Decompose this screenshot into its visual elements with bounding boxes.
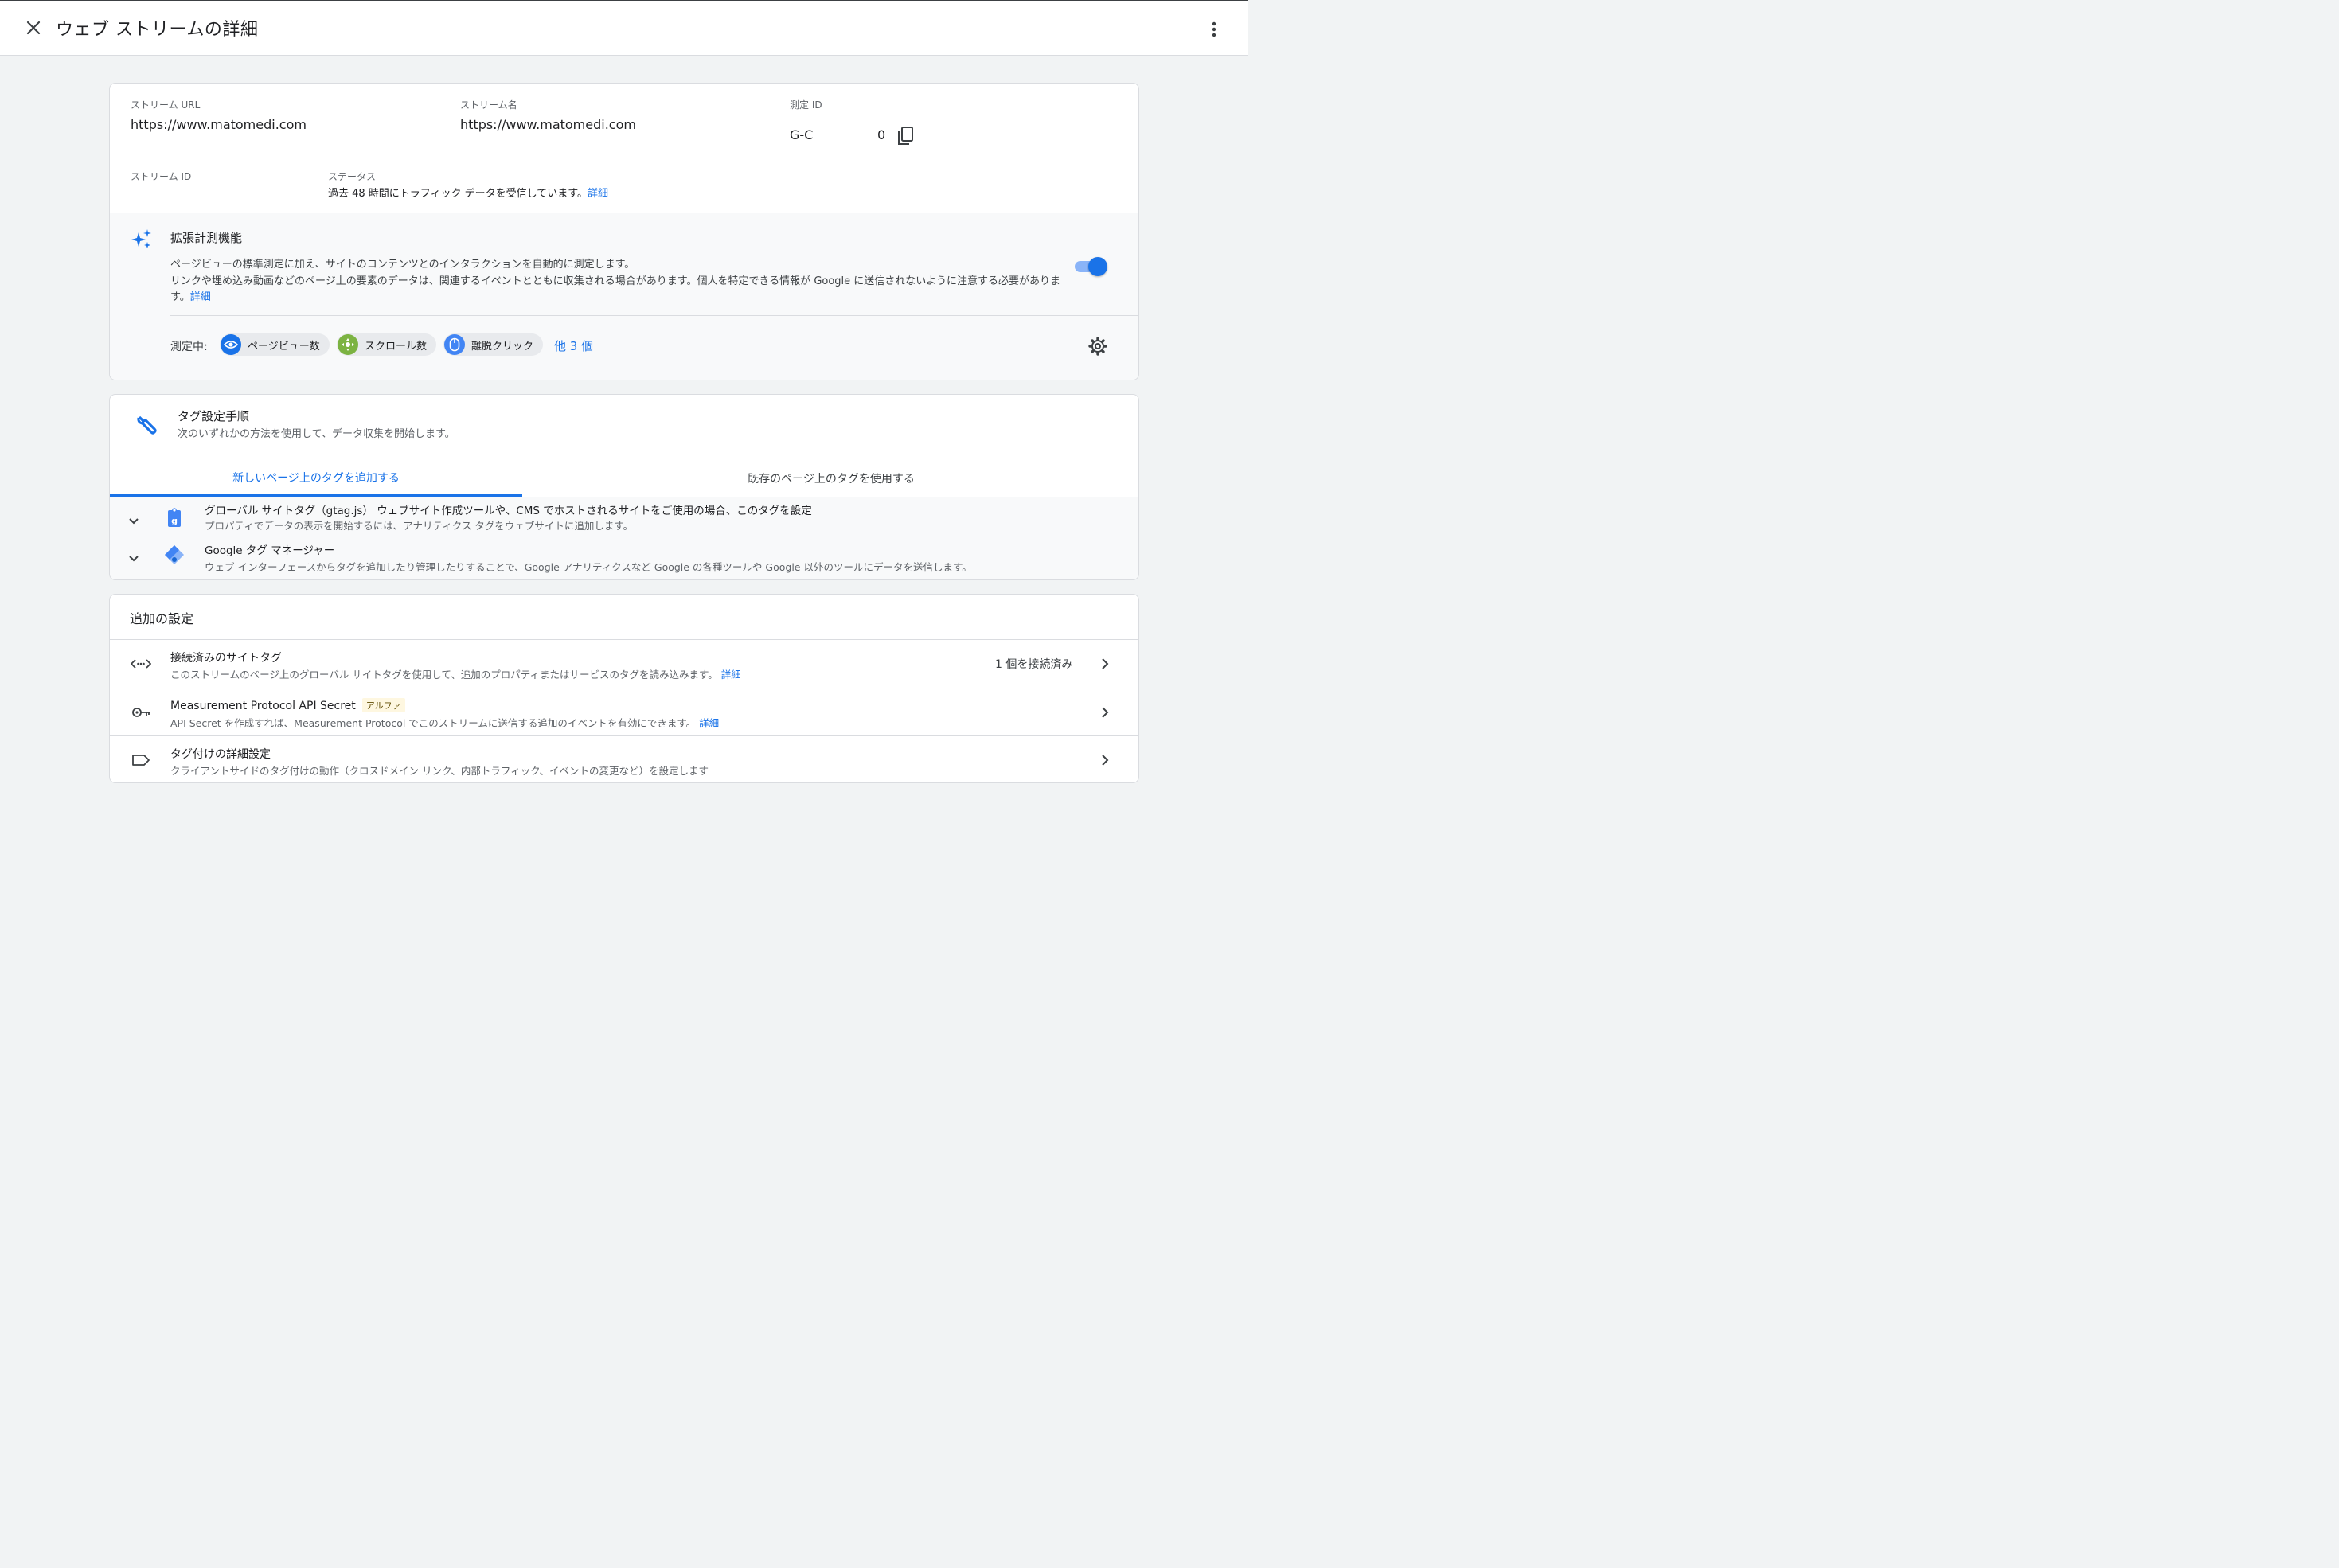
divider bbox=[170, 315, 1138, 316]
chip-scrolls: スクロール数 bbox=[337, 333, 436, 356]
tagging-settings-row[interactable]: タグ付けの詳細設定 クライアントサイドのタグ付けの動作（クロスドメイン リンク、… bbox=[110, 735, 1138, 782]
chevron-right-icon bbox=[1097, 655, 1113, 673]
row-subtitle-row: このストリームのページ上のグローバル サイトタグを使用して、追加のプロパティまた… bbox=[170, 666, 741, 681]
row-title: Measurement Protocol API Secret bbox=[170, 700, 356, 712]
chip-outbound-clicks: 離脱クリック bbox=[443, 333, 543, 356]
code-icon bbox=[130, 655, 152, 673]
enhanced-measurement-description: ページビューの標準測定に加え、サイトのコンテンツとのインタラクションを自動的に測… bbox=[170, 257, 1062, 306]
copy-measurement-id-button[interactable] bbox=[896, 123, 916, 146]
sparkle-icon bbox=[131, 228, 153, 250]
tagging-title: タグ設定手順 bbox=[178, 409, 250, 423]
measurement-protocol-row[interactable]: Measurement Protocol API Secret アルファ API … bbox=[110, 688, 1138, 735]
enhanced-measurement-toggle[interactable] bbox=[1073, 257, 1107, 276]
tag-manager-method-subtitle: ウェブ インターフェースからタグを追加したり管理したりすることで、Google … bbox=[205, 561, 972, 573]
wrench-icon bbox=[135, 414, 158, 436]
label-icon bbox=[131, 751, 151, 769]
stream-name-value: https://www.matomedi.com bbox=[460, 117, 636, 132]
tagging-subtitle: 次のいずれかの方法を使用して、データ収集を開始します。 bbox=[178, 428, 455, 440]
enhanced-measurement-section: 拡張計測機能 ページビューの標準測定に加え、サイトのコンテンツとのインタラクショ… bbox=[110, 213, 1138, 380]
row-subtitle-row: API Secret を作成すれば、Measurement Protocol で… bbox=[170, 715, 719, 730]
row-title-row: Measurement Protocol API Secret アルファ bbox=[170, 698, 405, 712]
stream-id-label: ストリーム ID bbox=[131, 171, 192, 182]
stream-name-label: ストリーム名 bbox=[460, 99, 517, 111]
chip-label: 離脱クリック bbox=[471, 340, 534, 353]
description-line-1: ページビューの標準測定に加え、サイトのコンテンツとのインタラクションを自動的に測… bbox=[170, 259, 635, 271]
tab-use-existing-tag[interactable]: 既存のページ上のタグを使用する bbox=[522, 460, 1138, 497]
chip-page-views: ページビュー数 bbox=[220, 333, 330, 356]
chevron-down-icon bbox=[129, 518, 139, 525]
more-vert-icon bbox=[1212, 21, 1216, 37]
additional-settings-title: 追加の設定 bbox=[130, 611, 194, 626]
measurement-protocol-details-link[interactable]: 詳細 bbox=[699, 717, 719, 729]
status-label: ステータス bbox=[328, 171, 377, 182]
more-events-link[interactable]: 他 3 個 bbox=[554, 337, 593, 354]
status-text-row: 過去 48 時間にトラフィック データを受信しています。詳細 bbox=[328, 185, 608, 200]
gtag-method-subtitle: プロパティでデータの表示を開始するには、アナリティクス タグをウェブサイトに追加… bbox=[205, 520, 634, 532]
stream-url-value: https://www.matomedi.com bbox=[131, 117, 307, 132]
more-options-button[interactable] bbox=[1202, 18, 1226, 41]
row-subtitle: API Secret を作成すれば、Measurement Protocol で… bbox=[170, 717, 697, 729]
description-line-3-row: す。詳細 bbox=[170, 290, 1062, 306]
connected-count: 1 個を接続済み bbox=[995, 658, 1073, 671]
tagging-instructions-card: タグ設定手順 次のいずれかの方法を使用して、データ収集を開始します。 新しいペー… bbox=[109, 394, 1139, 580]
measuring-label: 測定中: bbox=[170, 341, 208, 353]
row-title: タグ付けの詳細設定 bbox=[170, 748, 271, 761]
top-app-bar: ウェブ ストリームの詳細 bbox=[0, 0, 1248, 56]
chip-label: スクロール数 bbox=[365, 340, 428, 353]
install-methods: g グローバル サイトタグ（gtag.js） ウェブサイト作成ツールや、CMS … bbox=[110, 497, 1138, 579]
expand-gtag-button[interactable] bbox=[126, 513, 142, 529]
additional-settings-card: 追加の設定 接続済みのサイトタグ このストリームのページ上のグローバル サイトタ… bbox=[109, 594, 1139, 783]
enhanced-measurement-title: 拡張計測機能 bbox=[170, 231, 243, 245]
stream-info-card: ストリーム URL https://www.matomedi.com ストリーム… bbox=[109, 83, 1139, 380]
description-line-2: リンクや埋め込み動画などのページ上の要素のデータは、関連するイベントとともに収集… bbox=[170, 275, 1061, 287]
copy-icon bbox=[898, 127, 913, 145]
expand-tag-manager-button[interactable] bbox=[126, 551, 142, 567]
scroll-icon bbox=[338, 334, 358, 355]
mouse-icon bbox=[444, 334, 465, 355]
close-icon bbox=[26, 21, 41, 35]
connected-tags-details-link[interactable]: 詳細 bbox=[721, 669, 741, 681]
alpha-badge: アルファ bbox=[361, 698, 405, 712]
enhanced-details-link[interactable]: 詳細 bbox=[190, 291, 211, 303]
enhanced-settings-button[interactable] bbox=[1087, 336, 1108, 357]
status-text: 過去 48 時間にトラフィック データを受信しています。 bbox=[328, 188, 588, 200]
chevron-down-icon bbox=[129, 556, 139, 562]
status-details-link[interactable]: 詳細 bbox=[588, 188, 608, 200]
gtag-icon: g bbox=[166, 508, 182, 529]
toggle-knob bbox=[1088, 257, 1107, 276]
tab-add-new-tag[interactable]: 新しいページ上のタグを追加する bbox=[110, 460, 522, 497]
page-title: ウェブ ストリームの詳細 bbox=[56, 20, 259, 40]
tag-manager-icon bbox=[163, 544, 185, 566]
eye-icon bbox=[221, 334, 241, 355]
chevron-right-icon bbox=[1097, 704, 1113, 721]
gear-icon bbox=[1088, 337, 1107, 356]
svg-text:g: g bbox=[171, 516, 178, 526]
close-button[interactable] bbox=[22, 17, 45, 39]
gtag-method-title: グローバル サイトタグ（gtag.js） ウェブサイト作成ツールや、CMS でホ… bbox=[205, 505, 812, 517]
row-subtitle: クライアントサイドのタグ付けの動作（クロスドメイン リンク、内部トラフィック、イ… bbox=[170, 765, 709, 777]
measurement-id-prefix: G-C bbox=[790, 127, 814, 142]
chip-label: ページビュー数 bbox=[248, 340, 320, 353]
tag-manager-method-title: Google タグ マネージャー bbox=[205, 544, 335, 557]
key-icon bbox=[131, 704, 151, 721]
measurement-id-label: 測定 ID bbox=[790, 99, 822, 111]
row-subtitle: このストリームのページ上のグローバル サイトタグを使用して、追加のプロパティまた… bbox=[170, 669, 718, 681]
stream-url-label: ストリーム URL bbox=[131, 99, 201, 111]
measurement-id-suffix: 0 bbox=[877, 127, 886, 142]
row-title: 接続済みのサイトタグ bbox=[170, 652, 282, 665]
chevron-right-icon bbox=[1097, 751, 1113, 769]
connected-site-tags-row[interactable]: 接続済みのサイトタグ このストリームのページ上のグローバル サイトタグを使用して… bbox=[110, 639, 1138, 687]
description-line-3: す。 bbox=[170, 291, 190, 303]
